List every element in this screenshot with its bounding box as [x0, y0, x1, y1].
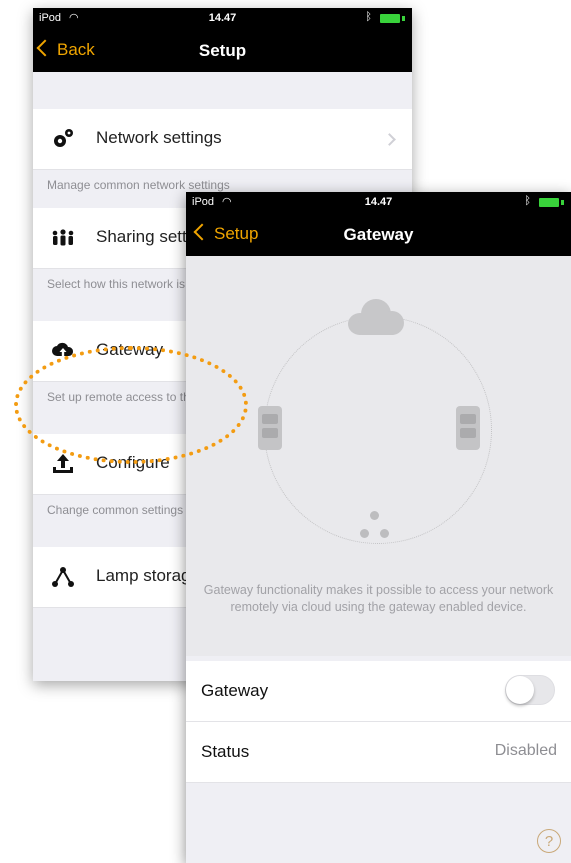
gears-icon — [54, 129, 73, 147]
battery-icon — [539, 198, 564, 207]
nav-bar: Back Setup — [33, 30, 412, 72]
page-title: Gateway — [343, 225, 414, 244]
clock: 14.47 — [364, 196, 393, 208]
gateway-label: Gateway — [201, 681, 269, 700]
status-label: Status — [201, 742, 250, 761]
list-item-label: Gateway — [96, 340, 164, 359]
gateway-description: Gateway functionality makes it possible … — [203, 583, 554, 614]
help-icon[interactable]: ? — [537, 829, 561, 853]
chevron-right-icon — [383, 133, 396, 146]
list-item-network-settings[interactable]: Network settings — [33, 109, 412, 170]
hub-icon — [360, 511, 390, 539]
list-item-label: Configure — [96, 453, 170, 472]
bluetooth-icon: ᛒ — [365, 11, 372, 23]
list-item-label: Lamp storage — [96, 566, 200, 585]
gateway-settings: Gateway Status Disabled — [186, 661, 571, 783]
mobile-device-icon — [258, 406, 282, 450]
status-bar: iPod ◠ 14.47 ᛒ — [186, 192, 571, 214]
cloud-upload-icon — [52, 342, 74, 359]
clock: 14.47 — [208, 12, 237, 24]
cloud-icon — [348, 299, 404, 335]
nav-bar: Setup Gateway — [186, 214, 571, 256]
gateway-row: Gateway — [186, 661, 571, 722]
gateway-screen: iPod ◠ 14.47 ᛒ Setup Gateway Gateway fun… — [186, 192, 571, 863]
upload-icon — [53, 454, 73, 473]
lamp-storage-icon — [52, 567, 74, 587]
mobile-device-icon — [456, 406, 480, 450]
gateway-toggle[interactable] — [505, 675, 555, 705]
toggle-knob — [506, 676, 534, 704]
page-title: Setup — [198, 41, 247, 60]
status-bar: iPod ◠ 14.47 ᛒ — [33, 8, 412, 30]
status-value: Disabled — [494, 742, 557, 759]
bluetooth-icon: ᛒ — [524, 195, 531, 207]
list-item-label: Network settings — [96, 128, 222, 147]
people-icon — [52, 229, 74, 246]
battery-icon — [380, 14, 405, 23]
status-row: Status Disabled — [186, 722, 571, 783]
